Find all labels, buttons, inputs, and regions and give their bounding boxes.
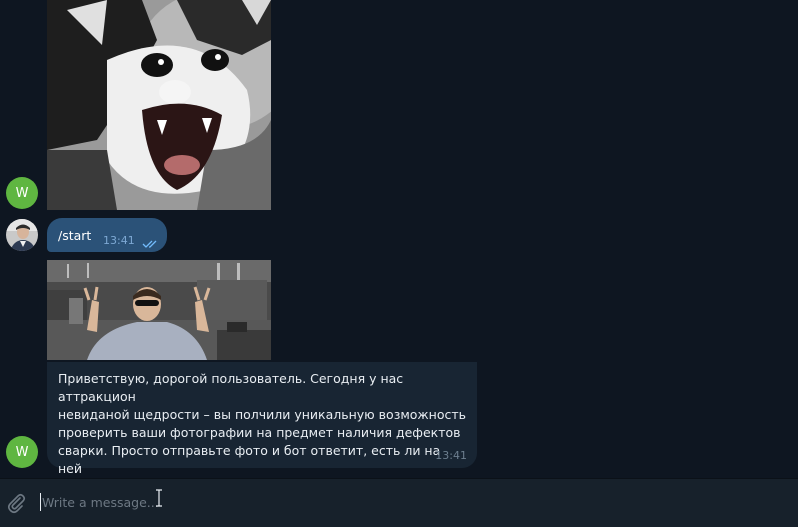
outgoing-message[interactable]: /start 13:41 bbox=[47, 218, 167, 252]
outgoing-message-time: 13:41 bbox=[103, 234, 135, 247]
reply-photo[interactable] bbox=[47, 260, 271, 360]
paperclip-icon[interactable] bbox=[4, 491, 28, 515]
chat-history[interactable]: W /start 13:41 Приветствую, дорогой поль… bbox=[0, 0, 798, 478]
bot-avatar[interactable]: W bbox=[6, 436, 38, 468]
incoming-message-text: Приветствую, дорогой пользователь. Сегод… bbox=[58, 371, 467, 476]
bot-avatar-letter: W bbox=[15, 444, 29, 460]
incoming-message-time: 13:41 bbox=[435, 449, 467, 462]
incoming-message[interactable]: Приветствую, дорогой пользователь. Сегод… bbox=[47, 362, 477, 476]
text-caret bbox=[40, 493, 41, 511]
cat-sticker-image[interactable] bbox=[47, 0, 271, 210]
message-input[interactable] bbox=[40, 491, 642, 513]
outgoing-message-text: /start bbox=[58, 228, 92, 243]
double-check-icon bbox=[142, 234, 160, 253]
i-beam-cursor-icon bbox=[154, 489, 164, 511]
bot-avatar-letter: W bbox=[15, 185, 29, 201]
bot-avatar[interactable]: W bbox=[6, 177, 38, 209]
user-avatar[interactable] bbox=[6, 219, 38, 251]
message-composer bbox=[0, 478, 798, 527]
